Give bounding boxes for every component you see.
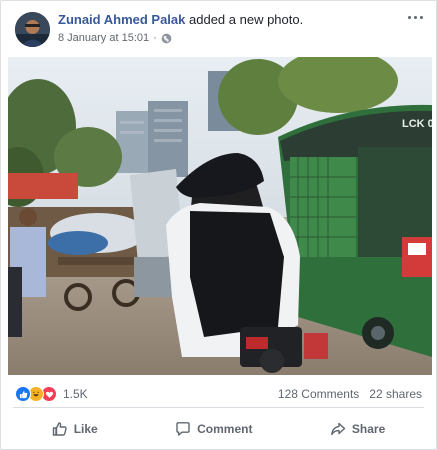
speech-bubble-icon xyxy=(176,422,190,436)
avatar-image xyxy=(15,12,50,47)
avatar[interactable] xyxy=(15,12,50,47)
share-button[interactable]: Share xyxy=(316,415,399,443)
post-photo[interactable]: LCK 03 xyxy=(8,57,432,375)
meta-separator: · xyxy=(153,32,157,44)
author-name-link[interactable]: Zunaid Ahmed Palak xyxy=(58,12,185,27)
post-timestamp-link[interactable]: 8 January at 15:01 xyxy=(58,32,149,44)
thumbs-up-outline-icon xyxy=(52,422,67,436)
comment-label: Comment xyxy=(197,422,253,436)
like-reaction-icon xyxy=(15,386,31,402)
globe-icon[interactable] xyxy=(161,33,172,44)
shares-count-link[interactable]: 22 shares xyxy=(369,387,422,401)
post-meta: 8 January at 15:01 · xyxy=(58,32,172,44)
share-label: Share xyxy=(351,422,386,436)
post-action-bar: Like Comment Share xyxy=(13,415,424,443)
post-action-text: added a new photo. xyxy=(189,12,304,27)
reaction-count: 1.5K xyxy=(63,387,88,401)
vehicle-plate-text: LCK 03 xyxy=(402,118,432,130)
like-button[interactable]: Like xyxy=(38,415,112,443)
street-scene-image: LCK 03 xyxy=(8,57,432,375)
laughing-face-icon xyxy=(33,391,39,397)
post-card: Zunaid Ahmed Palak added a new photo. 8 … xyxy=(0,0,437,450)
thumbs-up-icon xyxy=(19,390,27,398)
dot xyxy=(419,15,423,19)
share-arrow-icon xyxy=(331,422,346,436)
reactions-summary[interactable]: 1.5K xyxy=(15,386,88,402)
dot xyxy=(413,15,417,19)
like-label: Like xyxy=(73,422,98,436)
engagement-stats: 128 Comments 22 shares xyxy=(278,387,422,401)
divider xyxy=(13,407,424,408)
heart-icon xyxy=(45,391,53,398)
more-options-button[interactable] xyxy=(404,10,426,24)
dot xyxy=(407,15,411,19)
post-author-line: Zunaid Ahmed Palak added a new photo. xyxy=(58,12,303,27)
comments-count-link[interactable]: 128 Comments xyxy=(278,387,359,401)
comment-button[interactable]: Comment xyxy=(161,415,266,443)
